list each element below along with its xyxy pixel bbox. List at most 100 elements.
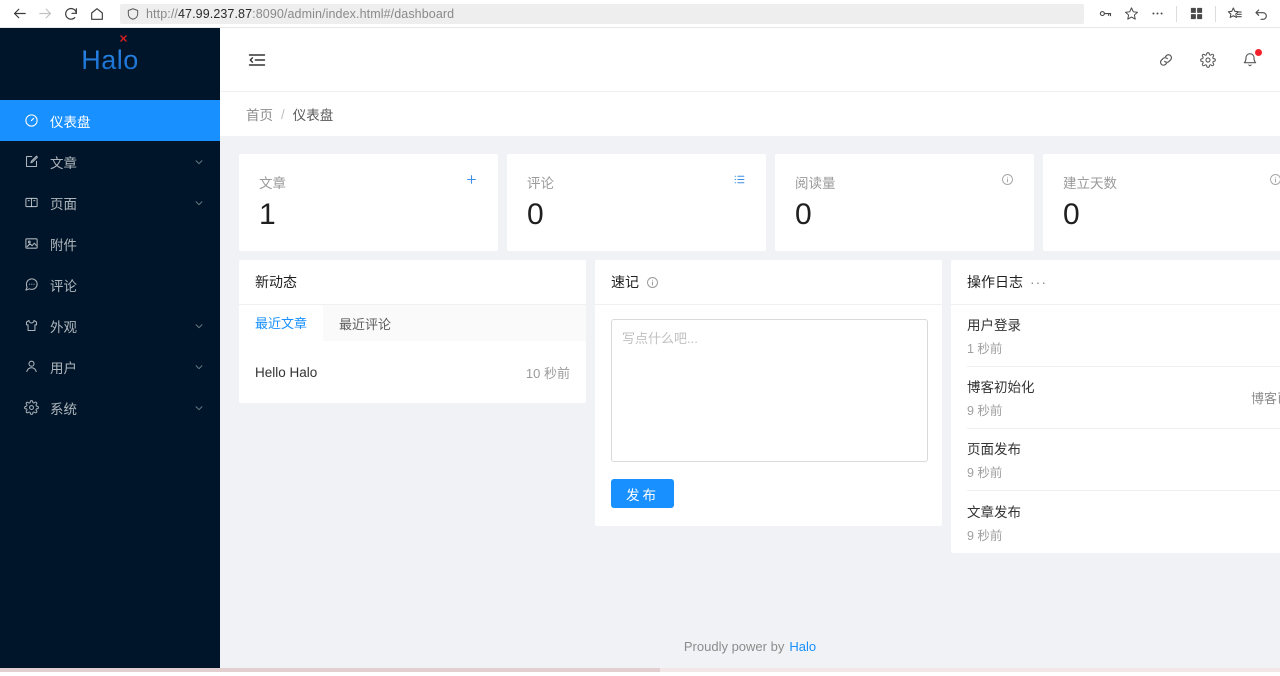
table-row: 文章发布 9 秒前 Hello Halo bbox=[967, 491, 1280, 553]
sidebar-item-system[interactable]: 系统 bbox=[0, 387, 220, 428]
picture-icon bbox=[24, 236, 39, 251]
sidebar-item-attachments[interactable]: 附件 bbox=[0, 223, 220, 264]
link-icon[interactable] bbox=[1156, 50, 1176, 70]
stat-card-row: 文章 1 评论 0 阅读量 0 建立天数 0 bbox=[239, 154, 1280, 251]
chevron-down-icon bbox=[194, 157, 204, 167]
activity-item-time: 10 秒前 bbox=[525, 365, 570, 381]
horizontal-scrollbar[interactable] bbox=[0, 668, 1280, 672]
info-icon[interactable] bbox=[645, 275, 659, 289]
activity-list: Hello Halo 10 秒前 bbox=[239, 341, 586, 403]
operation-log-panel: 操作日志 ··· 用户登录 1 秒前 归于自然 bbox=[951, 260, 1280, 553]
stat-title: 建立天数 bbox=[1063, 176, 1117, 191]
forward-arrow-icon[interactable] bbox=[32, 2, 58, 26]
log-time: 1 秒前 bbox=[967, 342, 1003, 356]
breadcrumb-separator: / bbox=[281, 106, 285, 122]
stat-card-header: 评论 bbox=[527, 172, 746, 192]
gear-icon[interactable] bbox=[1198, 50, 1218, 70]
table-row: 用户登录 1 秒前 归于自然 bbox=[967, 305, 1280, 367]
stat-card-days: 建立天数 0 bbox=[1043, 154, 1280, 251]
footer: Proudly power by Halo bbox=[220, 624, 1280, 668]
app-header bbox=[220, 28, 1280, 92]
stat-value: 0 bbox=[1063, 198, 1080, 231]
stat-card-posts: 文章 1 bbox=[239, 154, 498, 251]
log-time: 9 秒前 bbox=[967, 528, 1003, 543]
activity-tabs: 最近文章 最近评论 bbox=[239, 305, 586, 341]
log-title: 用户登录 bbox=[967, 318, 1021, 333]
breadcrumb-home[interactable]: 首页 bbox=[246, 104, 273, 124]
logo[interactable]: Halo bbox=[0, 28, 220, 92]
activity-panel: 新动态 最近文章 最近评论 Hello Halo 10 秒前 bbox=[239, 260, 586, 403]
stat-card-comments: 评论 0 bbox=[507, 154, 766, 251]
sidebar-item-label: 外观 bbox=[50, 319, 77, 335]
back-arrow-icon[interactable] bbox=[6, 2, 32, 26]
operation-log-panel-title: 操作日志 ··· bbox=[951, 260, 1280, 305]
bell-icon[interactable] bbox=[1240, 48, 1262, 70]
tab-recent-posts[interactable]: 最近文章 bbox=[239, 305, 324, 341]
sidebar-item-pages[interactable]: 页面 bbox=[0, 182, 220, 223]
skin-icon bbox=[24, 318, 39, 333]
ellipsis-icon[interactable]: ··· bbox=[1030, 275, 1047, 289]
edit-square-icon bbox=[24, 154, 39, 169]
header-actions bbox=[1156, 48, 1262, 70]
dashboard-icon bbox=[24, 113, 39, 128]
publish-button[interactable]: 发布 bbox=[611, 479, 674, 508]
sidebar-item-users[interactable]: 用户 bbox=[0, 346, 220, 387]
info-icon[interactable] bbox=[1000, 172, 1014, 186]
stat-value: 0 bbox=[795, 198, 812, 231]
panel-row: 新动态 最近文章 最近评论 Hello Halo 10 秒前 速记 写点什么吧.… bbox=[239, 260, 1280, 553]
browser-toolbar: http://47.99.237.87:8090/admin/index.htm… bbox=[0, 0, 1280, 42]
chevron-down-icon bbox=[194, 198, 204, 208]
plus-icon[interactable] bbox=[464, 172, 478, 186]
more-icon[interactable] bbox=[1144, 2, 1170, 26]
menu-fold-icon[interactable] bbox=[246, 49, 268, 71]
comment-icon bbox=[24, 277, 39, 292]
tab-recent-comments[interactable]: 最近评论 bbox=[323, 305, 408, 341]
toolbar-divider-a bbox=[1176, 5, 1177, 22]
star-icon[interactable] bbox=[1118, 2, 1144, 26]
breadcrumb-current: 仪表盘 bbox=[292, 108, 334, 123]
sidebar-menu: 仪表盘 文章 页面 附件 评论 外观 用户 系统 bbox=[0, 100, 220, 428]
stat-title: 评论 bbox=[527, 176, 554, 191]
info-icon[interactable] bbox=[1268, 172, 1280, 186]
dashboard-content: 文章 1 评论 0 阅读量 0 建立天数 0 新动态 最近文章 最近评论 Hel… bbox=[220, 136, 1280, 624]
history-back-icon[interactable] bbox=[1248, 2, 1274, 26]
activity-item-title: Hello Halo bbox=[255, 364, 318, 380]
table-row: 博客初始化 9 秒前 博客已成功初始化 bbox=[967, 367, 1280, 429]
list-icon[interactable] bbox=[732, 172, 746, 186]
log-time: 9 秒前 bbox=[967, 466, 1003, 480]
shield-insecure-icon bbox=[120, 7, 140, 42]
chevron-down-icon bbox=[194, 321, 204, 331]
collections-icon[interactable] bbox=[1222, 2, 1248, 26]
halo-admin-app: Halo 仪表盘 文章 页面 附件 评论 外观 用户 系统 首页 / 仪表盘 文… bbox=[0, 28, 1280, 672]
log-desc: 博客已成功初始化 bbox=[1250, 391, 1280, 406]
sidebar-item-comments[interactable]: 评论 bbox=[0, 264, 220, 305]
main-area: 首页 / 仪表盘 文章 1 评论 0 阅读量 0 建立天数 0 新动态 最近文章… bbox=[220, 28, 1280, 668]
stat-title: 文章 bbox=[259, 176, 286, 191]
log-row-main: 文章发布 9 秒前 bbox=[967, 501, 1021, 544]
log-row-main: 博客初始化 9 秒前 bbox=[967, 376, 1035, 419]
key-icon[interactable] bbox=[1092, 2, 1118, 26]
sidebar-item-label: 页面 bbox=[50, 196, 77, 212]
stat-value: 0 bbox=[527, 198, 544, 231]
quick-note-panel: 速记 发布 bbox=[595, 260, 942, 526]
stat-value: 1 bbox=[259, 198, 276, 231]
log-time: 9 秒前 bbox=[967, 404, 1003, 418]
home-icon[interactable] bbox=[84, 2, 110, 26]
extensions-icon[interactable] bbox=[1183, 2, 1209, 26]
footer-link-halo[interactable]: Halo bbox=[789, 639, 816, 654]
list-item[interactable]: Hello Halo 10 秒前 bbox=[255, 341, 570, 403]
sidebar-item-dashboard[interactable]: 仪表盘 bbox=[0, 100, 220, 141]
content-scroll-area: 文章 1 评论 0 阅读量 0 建立天数 0 新动态 最近文章 最近评论 Hel… bbox=[220, 136, 1280, 668]
log-title: 博客初始化 bbox=[967, 380, 1035, 395]
activity-panel-title: 新动态 bbox=[239, 260, 586, 305]
sidebar-item-posts[interactable]: 文章 bbox=[0, 141, 220, 182]
breadcrumb: 首页 / 仪表盘 bbox=[220, 92, 1280, 136]
sidebar-item-label: 附件 bbox=[50, 237, 77, 253]
scrollbar-thumb[interactable] bbox=[0, 668, 660, 672]
address-bar[interactable]: http://47.99.237.87:8090/admin/index.htm… bbox=[120, 3, 1084, 42]
sidebar-item-appearance[interactable]: 外观 bbox=[0, 305, 220, 346]
reload-icon[interactable] bbox=[58, 2, 84, 26]
sidebar-item-label: 文章 bbox=[50, 155, 77, 171]
quick-note-input[interactable] bbox=[611, 319, 928, 462]
